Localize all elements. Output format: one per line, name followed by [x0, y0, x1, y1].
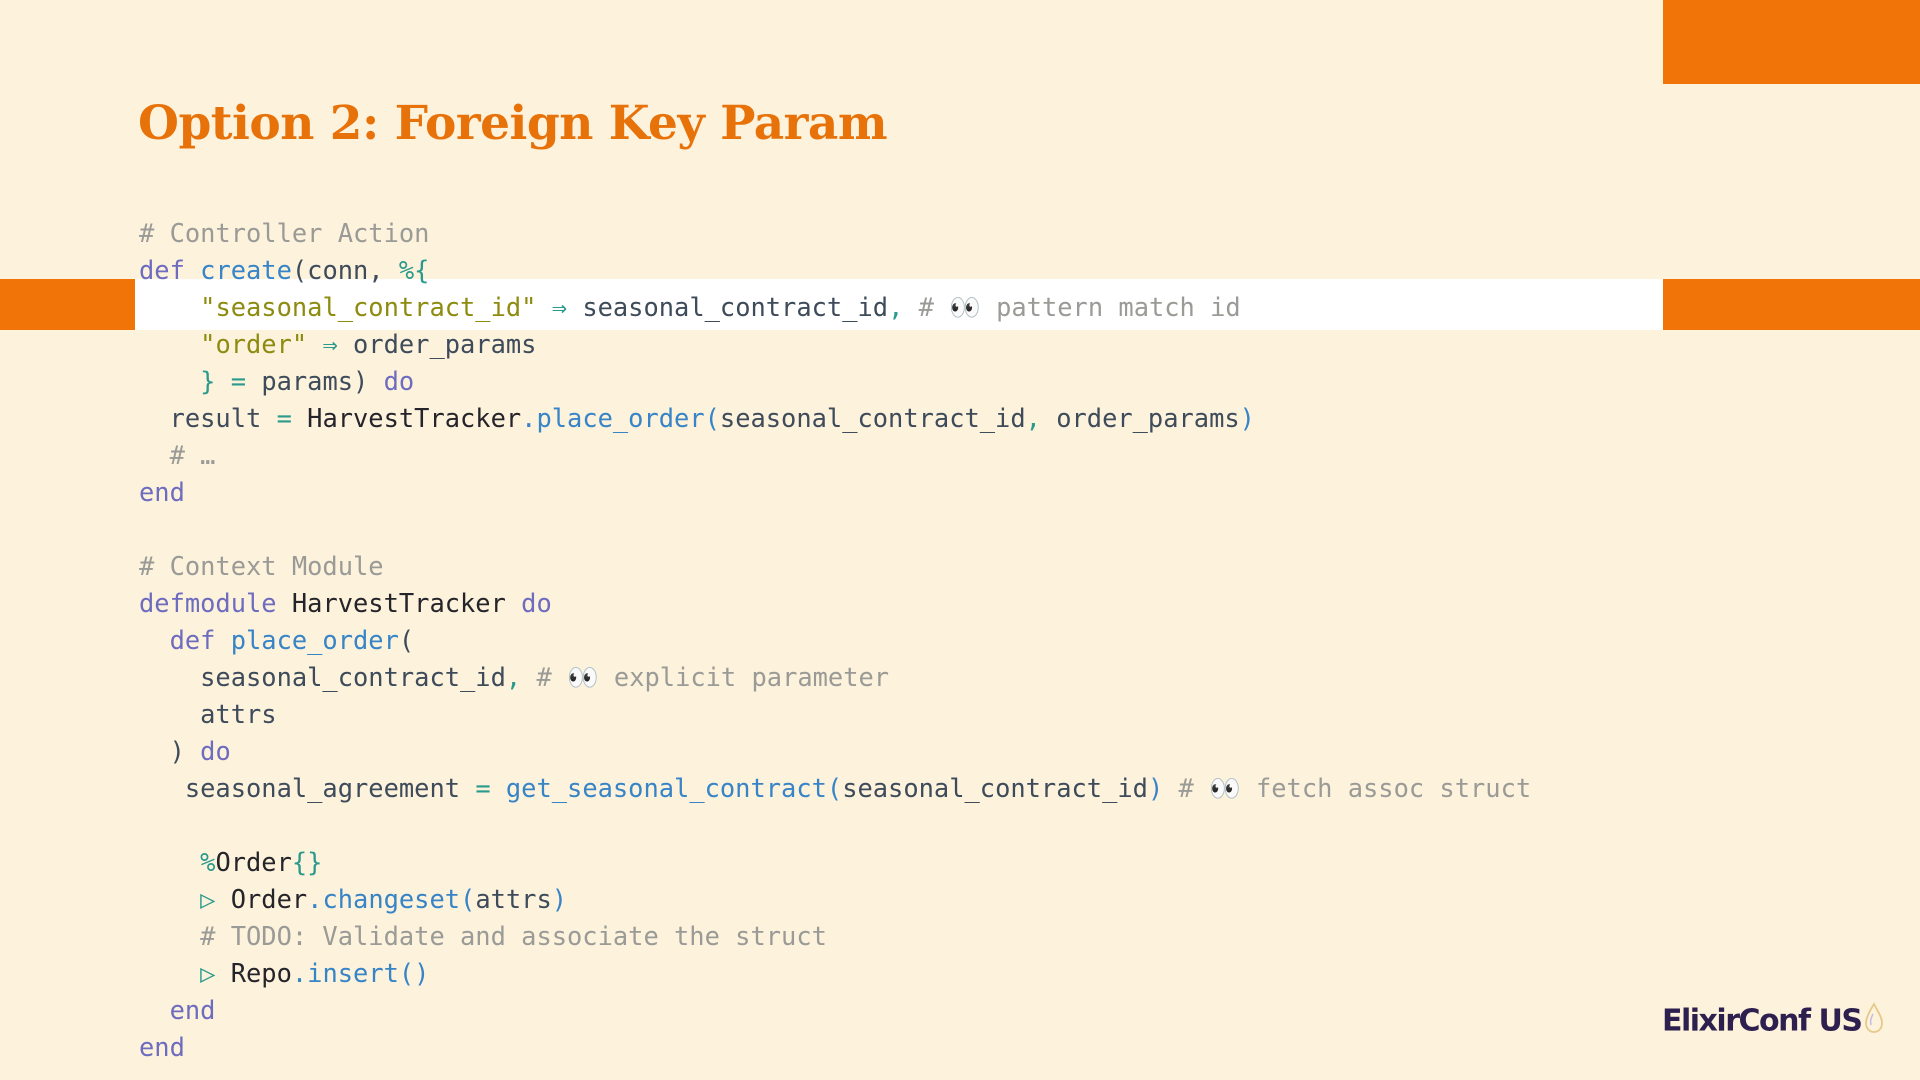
code-token-fn: )	[1147, 773, 1179, 803]
code-token-op: ,	[1025, 403, 1057, 433]
code-token-comment: # 👀 explicit parameter	[536, 662, 890, 692]
code-token-op: =	[215, 366, 262, 396]
code-token-var: seasonal_contract_id	[582, 292, 889, 322]
code-line: } = params) do	[139, 363, 1531, 400]
code-token-fn: create	[200, 255, 292, 285]
code-line: def create(conn, %{	[139, 252, 1531, 289]
slide-title: Option 2: Foreign Key Param	[138, 96, 888, 151]
code-token-kw: do	[200, 736, 231, 766]
code-token-kw: def	[139, 625, 231, 655]
code-token-var: (	[398, 625, 415, 655]
code-line: end	[139, 992, 1531, 1029]
code-token-kw: end	[139, 1032, 185, 1062]
code-token-op: ▷	[200, 958, 231, 988]
code-token-var: order_params	[1056, 403, 1240, 433]
code-token-mod: HarvestTracker	[307, 403, 522, 433]
code-token-var	[139, 329, 200, 359]
code-token-str: "order"	[200, 329, 308, 359]
code-token-fn: .place_order(	[521, 403, 720, 433]
code-token-mod: Order	[230, 884, 308, 914]
highlight-bar-left	[0, 279, 135, 330]
code-line: # Controller Action	[139, 215, 1531, 252]
code-token-var: seasonal_agreement	[139, 773, 476, 803]
code-token-op: =	[276, 403, 308, 433]
code-token-var: (conn,	[291, 255, 399, 285]
code-token-fn: place_order	[230, 625, 399, 655]
code-token-mod: HarvestTracker	[291, 588, 522, 618]
code-token-mod: Order	[215, 847, 292, 877]
code-token-var: seasonal_contract_id	[719, 403, 1026, 433]
code-line: ▷ Repo.insert()	[139, 955, 1531, 992]
code-token-str: "seasonal_contract_id"	[200, 292, 537, 322]
code-token-var	[139, 366, 200, 396]
code-token-fn: .changeset(	[307, 884, 476, 914]
code-line: # TODO: Validate and associate the struc…	[139, 918, 1531, 955]
code-token-kw: defmodule	[139, 588, 292, 618]
code-token-var: )	[139, 736, 201, 766]
code-token-comment: # Context Module	[139, 551, 384, 581]
code-line: %Order{}	[139, 844, 1531, 881]
code-token-op: ▷	[200, 884, 231, 914]
code-line: "order" ⇒ order_params	[139, 326, 1531, 363]
code-token-var: seasonal_contract_id	[139, 662, 506, 692]
code-line: end	[139, 474, 1531, 511]
code-token-mod: Repo	[230, 958, 292, 988]
code-line: attrs	[139, 696, 1531, 733]
code-token-op: {}	[291, 847, 323, 877]
code-token-kw: end	[139, 477, 185, 507]
code-line: "seasonal_contract_id" ⇒ seasonal_contra…	[139, 289, 1531, 326]
elixirconf-logo: ElixirConf US	[1662, 1002, 1885, 1042]
code-token-var	[139, 884, 200, 914]
code-token-var: attrs	[139, 699, 277, 729]
code-line: def place_order(	[139, 622, 1531, 659]
code-token-fn: )	[1239, 403, 1255, 433]
code-token-kw: do	[521, 588, 552, 618]
code-token-op: ,	[888, 292, 919, 322]
code-line: ) do	[139, 733, 1531, 770]
code-token-var: attrs	[475, 884, 552, 914]
code-token-var	[139, 958, 200, 988]
code-block: # Controller Action def create(conn, %{ "…	[139, 215, 1531, 1066]
code-token-op: %	[200, 847, 216, 877]
code-token-var: params)	[261, 366, 384, 396]
code-line: end	[139, 1029, 1531, 1066]
code-token-comment: # …	[139, 440, 216, 470]
code-token-fn: get_seasonal_contract(	[505, 773, 843, 803]
code-line: result = HarvestTracker.place_order(seas…	[139, 400, 1531, 437]
code-line: defmodule HarvestTracker do	[139, 585, 1531, 622]
code-token-var	[139, 292, 200, 322]
highlight-bar-right	[1663, 279, 1920, 330]
code-token-var: order_params	[353, 329, 537, 359]
corner-accent-bar	[1663, 0, 1920, 84]
code-line: # Context Module	[139, 548, 1531, 585]
code-line: ▷ Order.changeset(attrs)	[139, 881, 1531, 918]
code-token-var: seasonal_contract_id	[842, 773, 1148, 803]
code-token-op: =	[475, 773, 506, 803]
code-token-op: ⇒	[536, 292, 583, 322]
code-token-comment: # 👀 fetch assoc struct	[1178, 773, 1532, 803]
code-token-comment: # 👀 pattern match id	[918, 292, 1241, 322]
code-token-comment: # Controller Action	[139, 218, 430, 248]
logo-text: ElixirConf US	[1662, 1003, 1863, 1039]
code-line: # …	[139, 437, 1531, 474]
code-token-var: result	[139, 403, 277, 433]
code-token-kw: do	[383, 366, 415, 396]
code-token-fn: )	[551, 884, 568, 914]
code-token-op: }	[200, 366, 216, 396]
code-token-var	[139, 847, 200, 877]
code-token-op: ,	[505, 662, 537, 692]
code-line: seasonal_contract_id, # 👀 explicit param…	[139, 659, 1531, 696]
elixir-drop-icon	[1863, 1002, 1885, 1042]
code-line: seasonal_agreement = get_seasonal_contra…	[139, 770, 1531, 807]
code-token-comment: # TODO: Validate and associate the struc…	[139, 921, 827, 951]
code-token-fn: .insert()	[291, 958, 430, 988]
code-token-op: %{	[398, 255, 430, 285]
code-token-op: ⇒	[307, 329, 354, 359]
code-token-kw: def	[139, 255, 201, 285]
code-token-kw: end	[139, 995, 216, 1025]
